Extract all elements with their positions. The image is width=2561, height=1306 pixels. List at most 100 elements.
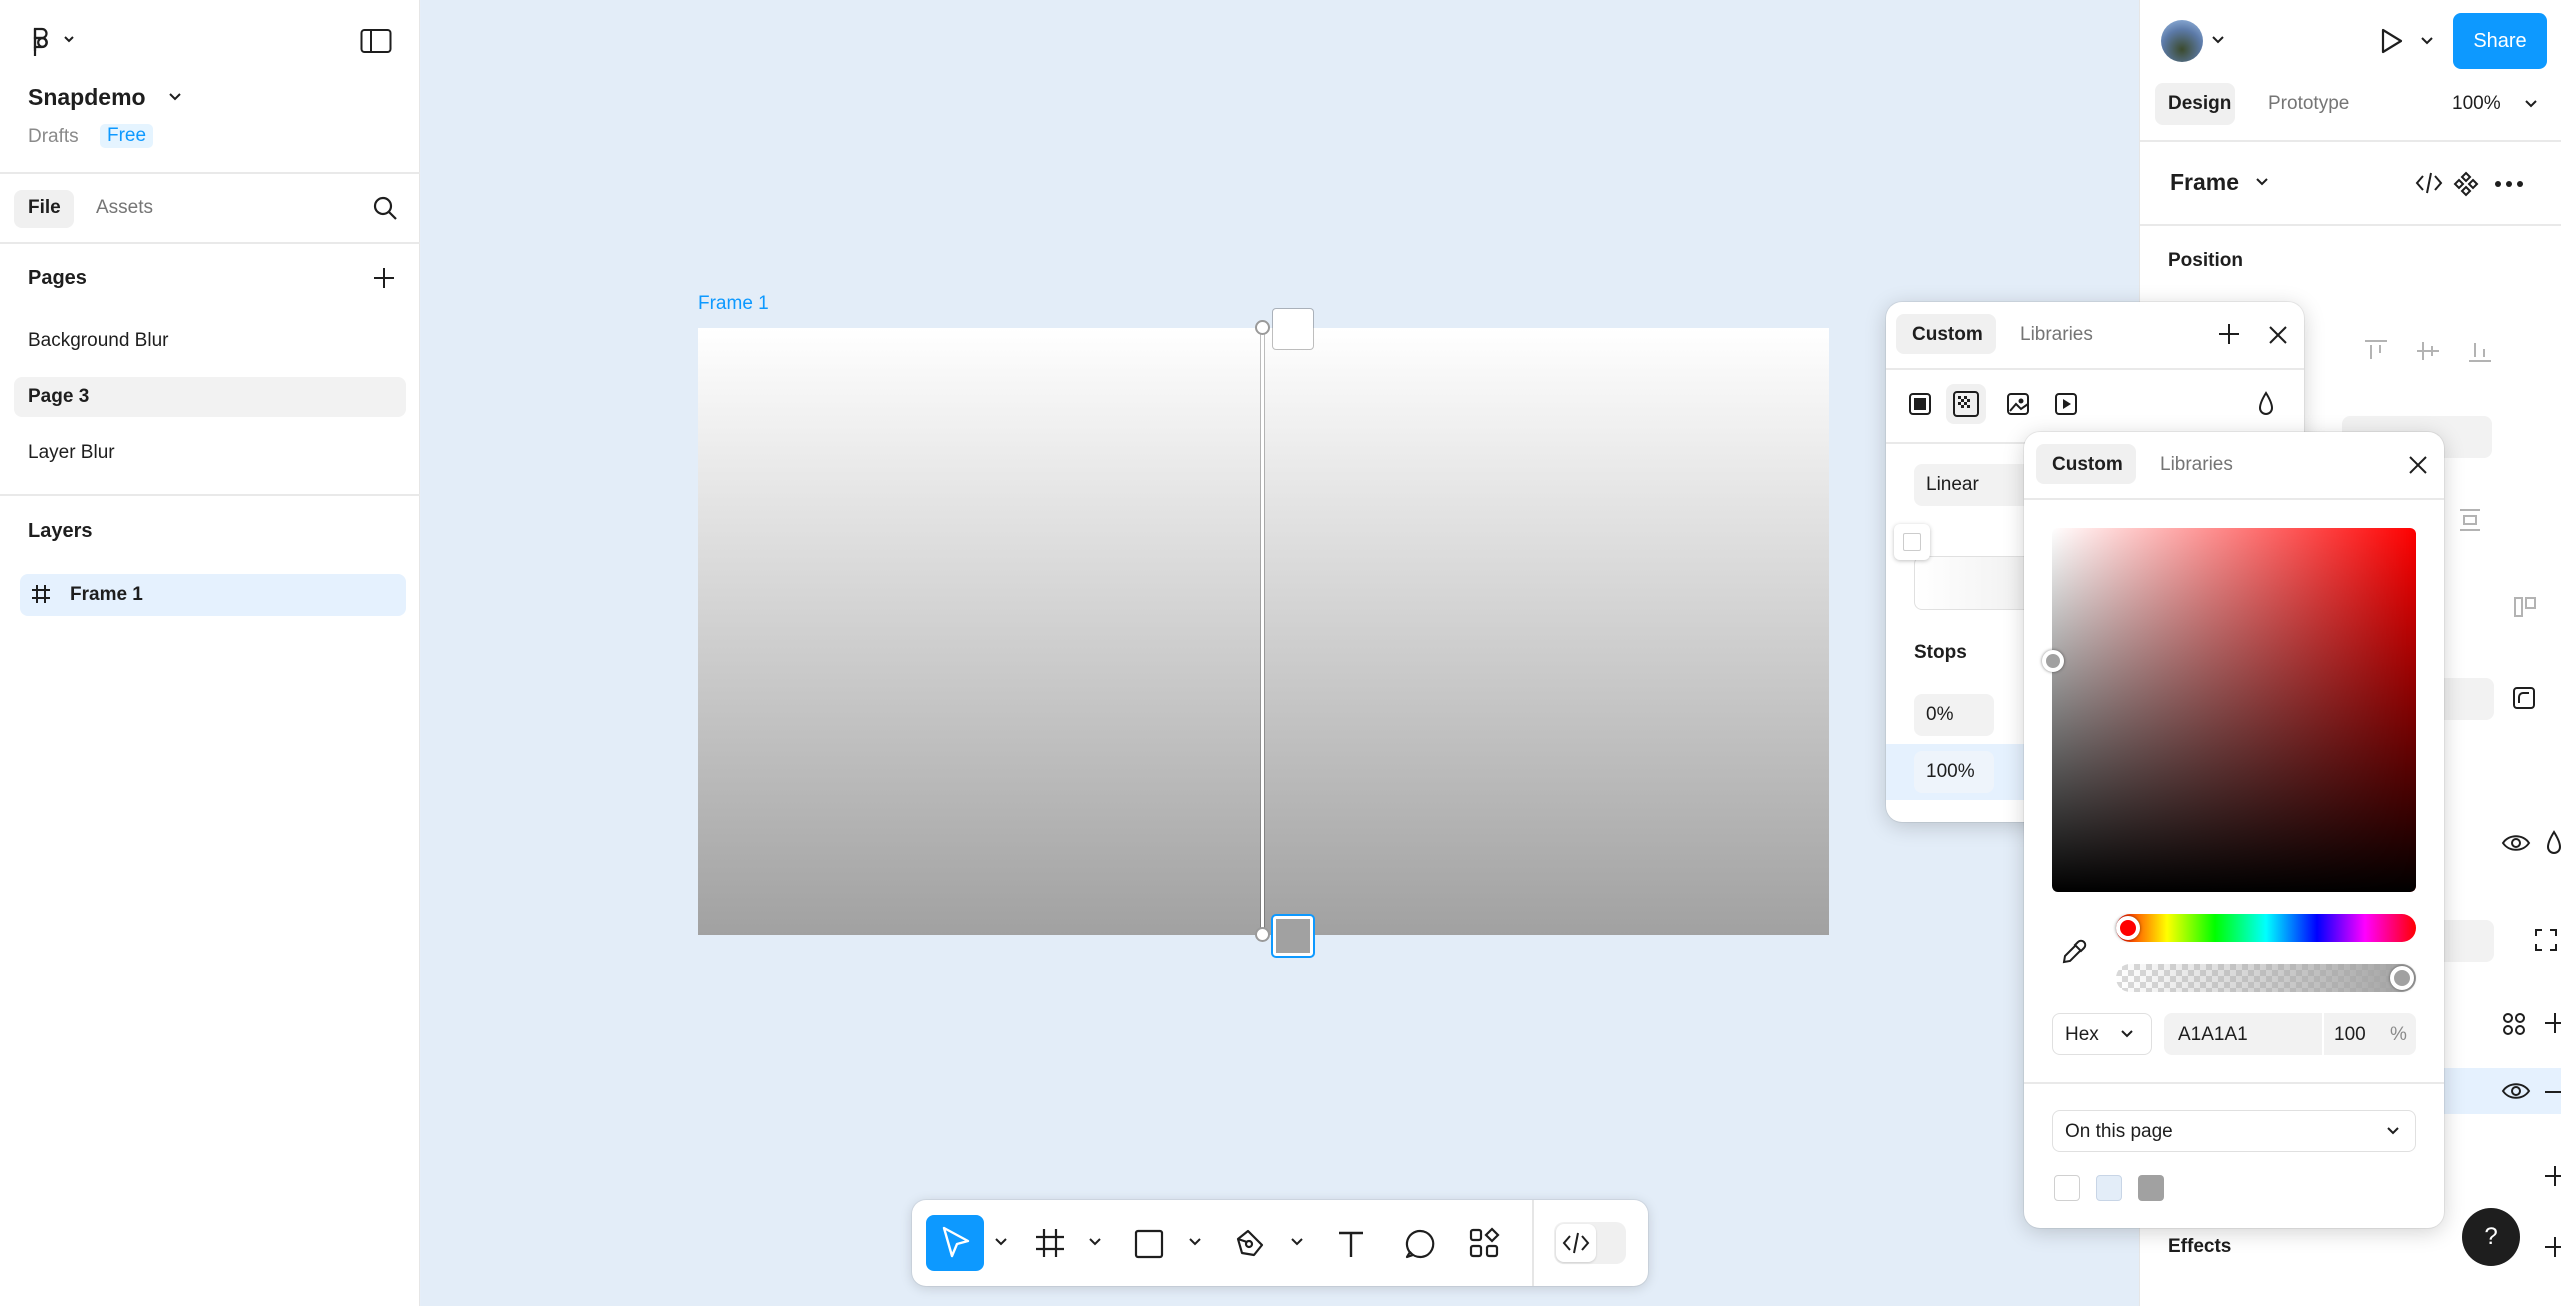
shape-tool-chevron-icon[interactable] (1188, 1237, 1202, 1247)
picker-tab-libraries[interactable]: Libraries (2160, 454, 2233, 476)
move-tool-chevron-icon[interactable] (994, 1237, 1008, 1247)
blend-drop-icon[interactable] (2546, 829, 2561, 857)
dev-mode-code-icon (1562, 1232, 1590, 1254)
tab-assets[interactable]: Assets (96, 197, 153, 219)
add-page-icon[interactable] (372, 266, 396, 290)
opacity-unit: % (2390, 1024, 2407, 1045)
gradient-preview-stop[interactable] (1894, 524, 1930, 560)
layout-guide-icon[interactable] (2512, 594, 2538, 620)
swatch-source-chevron-icon (2386, 1126, 2400, 1136)
zoom-chevron-icon[interactable] (2523, 98, 2539, 110)
component-icon[interactable] (2452, 170, 2480, 198)
page-item-label: Page 3 (28, 386, 90, 407)
layers-heading: Layers (28, 520, 93, 542)
swatch-white[interactable] (2054, 1175, 2080, 1201)
gradient-stop-100-swatch[interactable] (1273, 916, 1313, 956)
gradient-stop-0-swatch[interactable] (1273, 309, 1313, 349)
file-name-chevron-icon[interactable] (166, 90, 184, 104)
opacity-slider[interactable] (2116, 964, 2416, 992)
dev-mode-toggle[interactable] (1554, 1222, 1626, 1264)
actions-tool-icon[interactable] (1468, 1227, 1500, 1259)
code-icon[interactable] (2414, 170, 2444, 196)
selection-type-chevron-icon[interactable] (2254, 176, 2270, 188)
pages-heading: Pages (28, 267, 87, 289)
add-fill-icon[interactable] (2544, 1012, 2561, 1034)
close-icon[interactable] (2268, 325, 2288, 345)
color-format-chevron-icon (2120, 1029, 2134, 1039)
brightness-layer (2052, 528, 2416, 892)
hue-slider[interactable] (2116, 914, 2416, 942)
toggle-sidebar-icon[interactable] (360, 28, 392, 54)
frame-tool-chevron-icon[interactable] (1088, 1237, 1102, 1247)
pen-tool-chevron-icon[interactable] (1290, 1237, 1304, 1247)
add-effect-icon[interactable] (2544, 1236, 2561, 1258)
remove-fill-icon[interactable] (2544, 1090, 2561, 1094)
avatar[interactable] (2161, 20, 2203, 62)
opacity-value[interactable]: 100 (2334, 1024, 2366, 1046)
styles-grid-icon[interactable] (2501, 1011, 2527, 1037)
gradient-fill-icon[interactable] (1946, 384, 1986, 424)
present-play-icon[interactable] (2376, 26, 2406, 56)
distribute-icon[interactable] (2456, 506, 2484, 534)
video-fill-icon[interactable] (2054, 392, 2078, 416)
swatch-light-blue[interactable] (2096, 1175, 2122, 1201)
swatch-source-label: On this page (2065, 1121, 2173, 1142)
align-top-icon[interactable] (2362, 337, 2390, 365)
main-menu-button[interactable] (26, 24, 78, 58)
text-tool-icon[interactable] (1336, 1229, 1366, 1259)
corner-radius-icon[interactable] (2511, 685, 2537, 711)
zoom-level[interactable]: 100% (2452, 93, 2501, 115)
help-label: ? (2484, 1223, 2498, 1250)
search-icon[interactable] (372, 195, 398, 221)
add-style-icon[interactable] (2218, 323, 2240, 345)
color-format-label: Hex (2065, 1024, 2099, 1045)
left-sidebar: Snapdemo Drafts Free File Assets Pages B… (0, 0, 420, 1306)
hue-slider-thumb[interactable] (2116, 916, 2140, 940)
effects-heading: Effects (2168, 1236, 2232, 1257)
share-button[interactable]: Share (2453, 13, 2547, 69)
picker-close-icon[interactable] (2408, 455, 2428, 475)
position-heading: Position (2168, 250, 2243, 271)
page-item-background-blur[interactable]: Background Blur (28, 330, 168, 352)
fill-tab-custom-label: Custom (1912, 324, 1983, 345)
eye-icon[interactable] (2501, 832, 2531, 854)
more-options-icon[interactable] (2494, 179, 2524, 189)
fill-tab-libraries[interactable]: Libraries (2020, 324, 2093, 346)
avatar-chevron-icon[interactable] (2210, 34, 2226, 46)
gradient-handle-end-dot[interactable] (1255, 927, 1270, 942)
layer-item-label: Frame 1 (70, 584, 143, 605)
hex-value: A1A1A1 (2178, 1024, 2248, 1045)
help-button[interactable]: ? (2462, 1208, 2520, 1266)
present-chevron-icon[interactable] (2419, 35, 2435, 47)
rectangle-tool-icon[interactable] (1134, 1229, 1164, 1259)
opacity-drop-icon[interactable] (2258, 390, 2274, 418)
file-name[interactable]: Snapdemo (28, 84, 146, 111)
solid-fill-icon[interactable] (1908, 392, 1932, 416)
move-tool[interactable] (926, 1215, 984, 1271)
swatch-gray[interactable] (2138, 1175, 2164, 1201)
gradient-handle-start-dot[interactable] (1255, 320, 1270, 335)
toolbar-divider (1532, 1200, 1534, 1286)
expand-icon[interactable] (2533, 927, 2559, 953)
frame-tool-icon[interactable] (1034, 1227, 1066, 1259)
frame-label[interactable]: Frame 1 (698, 293, 769, 315)
tab-design-label: Design (2168, 93, 2232, 114)
eyedropper-icon[interactable] (2060, 938, 2088, 966)
pen-tool-icon[interactable] (1234, 1227, 1266, 1259)
selection-type[interactable]: Frame (2170, 169, 2239, 196)
color-picker-handle[interactable] (2042, 650, 2064, 672)
add-stroke-icon[interactable] (2544, 1165, 2561, 1187)
frame-hash-icon (31, 584, 51, 604)
opacity-slider-thumb[interactable] (2390, 966, 2414, 990)
tab-prototype[interactable]: Prototype (2268, 93, 2349, 115)
saturation-brightness-area[interactable] (2052, 528, 2416, 892)
gradient-handle-line[interactable] (1261, 328, 1264, 935)
drafts-link[interactable]: Drafts (28, 126, 79, 148)
comment-tool-icon[interactable] (1404, 1228, 1436, 1260)
fill-eye-icon[interactable] (2501, 1080, 2531, 1102)
image-fill-icon[interactable] (2006, 392, 2030, 416)
page-item-layer-blur[interactable]: Layer Blur (28, 442, 115, 464)
plan-badge[interactable]: Free (100, 124, 154, 148)
align-bottom-icon[interactable] (2466, 337, 2494, 365)
align-middle-icon[interactable] (2414, 337, 2442, 365)
